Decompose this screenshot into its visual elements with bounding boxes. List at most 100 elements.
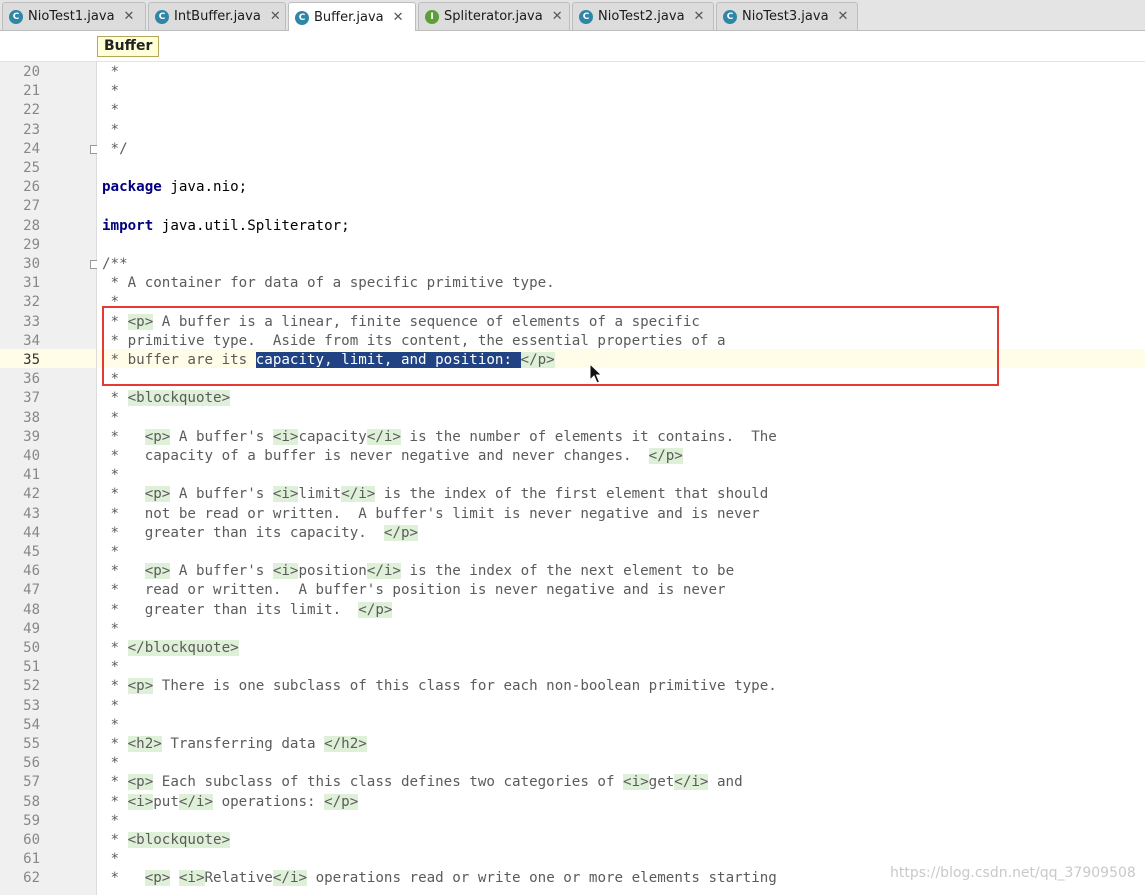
code-line[interactable]: * (102, 543, 120, 562)
line-number: 36 (23, 371, 40, 388)
code-line[interactable]: * (102, 754, 120, 773)
html-tag-token: </i> (272, 870, 308, 887)
html-tag-token: </p> (358, 601, 393, 618)
code-line[interactable]: * <p> A buffer's <i>limit</i> is the ind… (102, 485, 768, 504)
code-line[interactable]: * (102, 697, 120, 716)
code-token: operations read or write one or more ele… (307, 870, 777, 887)
code-token: is the index of the first element that s… (375, 486, 769, 503)
code-line[interactable]: * (102, 121, 120, 140)
code-line[interactable]: * (102, 620, 120, 639)
tab-niotest3[interactable]: C NioTest3.java ✕ (716, 2, 858, 30)
html-tag-token: </i> (178, 793, 214, 810)
code-line[interactable]: * (102, 850, 120, 869)
code-line[interactable]: * <blockquote> (102, 389, 231, 408)
code-line[interactable]: * <p> A buffer's <i>capacity</i> is the … (102, 428, 777, 447)
line-number: 39 (23, 428, 40, 445)
code-line[interactable]: * greater than its capacity. </p> (102, 524, 419, 543)
code-line[interactable]: * (102, 658, 120, 677)
line-number: 21 (23, 83, 40, 100)
code-line[interactable]: * <p> A buffer's <i>position</i> is the … (102, 562, 734, 581)
close-icon[interactable]: ✕ (393, 10, 404, 25)
line-number: 47 (23, 582, 40, 599)
tab-label: Buffer.java (314, 10, 384, 25)
close-icon[interactable]: ✕ (694, 9, 705, 24)
line-number-gutter: 20 21 22 23 24 25 26 27 28 29 30 31 32 33 34 35 36 37 38 39… (0, 62, 99, 895)
code-line[interactable]: * capacity of a buffer is never negative… (102, 447, 683, 466)
breadcrumb-bar: Buffer (0, 31, 1145, 62)
code-line[interactable]: * (102, 63, 120, 82)
code-token: * (102, 755, 120, 772)
code-line[interactable]: * (102, 812, 120, 831)
code-line[interactable]: * not be read or written. A buffer's lim… (102, 505, 760, 524)
code-token: limit (298, 486, 342, 503)
tab-label: NioTest2.java (598, 9, 685, 24)
code-line[interactable]: * (102, 716, 120, 735)
class-icon: C (155, 9, 169, 24)
line-number: 25 (23, 160, 40, 176)
code-token: * (102, 832, 128, 848)
code-line[interactable]: * A container for data of a specific pri… (102, 274, 555, 293)
line-number: 23 (23, 121, 40, 138)
line-number: 43 (23, 505, 40, 522)
code-token: put (153, 793, 179, 810)
line-number: 34 (23, 332, 40, 349)
code-line[interactable]: * (102, 466, 120, 485)
tab-buffer[interactable]: C Buffer.java ✕ (288, 2, 416, 32)
annotation-highlight-box (102, 306, 999, 386)
code-token: java.nio; (161, 179, 248, 196)
code-line[interactable]: * </blockquote> (102, 639, 239, 658)
code-token: * (102, 467, 120, 484)
tab-spliterator[interactable]: I Spliterator.java ✕ (418, 2, 570, 30)
editor-tab-bar: C NioTest1.java ✕ C IntBuffer.java ✕ C Buffer.j… (0, 0, 1145, 32)
code-token: is the index of the next element to be (400, 563, 735, 580)
code-token: * (102, 563, 145, 580)
html-tag-token: </h2> (324, 736, 367, 752)
code-token: A buffer's (170, 486, 273, 503)
line-number: 53 (23, 697, 40, 714)
tab-niotest1[interactable]: C NioTest1.java ✕ (2, 2, 146, 30)
code-token: A buffer's (170, 428, 273, 445)
close-icon[interactable]: ✕ (838, 9, 849, 24)
line-number: 46 (23, 563, 40, 580)
code-token: A buffer's (170, 563, 273, 580)
html-tag-token: </p> (383, 524, 419, 541)
code-line[interactable]: * <h2> Transferring data </h2> (102, 735, 367, 754)
code-line[interactable]: import java.util.Spliterator; (102, 217, 350, 236)
code-editor[interactable]: * * * * */ package java.nio; import java.u… (97, 62, 1145, 895)
code-token: * (102, 793, 128, 810)
code-line[interactable]: * <p> There is one subclass of this clas… (102, 677, 777, 696)
code-line[interactable]: * (102, 82, 120, 101)
close-icon[interactable]: ✕ (270, 9, 281, 24)
code-line[interactable]: * <i>put</i> operations: </p> (102, 793, 359, 812)
code-token: */ (102, 140, 128, 157)
tab-niotest2[interactable]: C NioTest2.java ✕ (572, 2, 714, 30)
line-number: 57 (23, 774, 40, 791)
class-icon: C (295, 10, 309, 25)
html-tag-token: <p> (127, 774, 154, 791)
tab-intbuffer[interactable]: C IntBuffer.java ✕ (148, 2, 286, 30)
code-line[interactable]: * <p> <i>Relative</i> operations read or… (102, 869, 777, 888)
code-token: java.util.Spliterator; (153, 217, 350, 234)
code-token: * greater than its limit. (102, 601, 359, 618)
code-token: /** (102, 256, 128, 272)
code-token: * (102, 851, 120, 868)
line-number: 56 (23, 755, 40, 772)
close-icon[interactable]: ✕ (552, 9, 563, 24)
keyword-token: import (102, 217, 154, 234)
code-line[interactable]: * greater than its limit. </p> (102, 601, 393, 620)
code-token: * not be read or written. A buffer's lim… (102, 505, 760, 522)
code-line[interactable]: */ (102, 140, 128, 159)
code-line[interactable]: * <p> Each subclass of this class define… (102, 773, 743, 792)
code-line[interactable]: * (102, 101, 120, 120)
close-icon[interactable]: ✕ (124, 9, 135, 24)
line-number: 28 (23, 217, 40, 234)
code-line[interactable]: /** (102, 255, 128, 274)
line-number: 50 (23, 640, 40, 656)
breadcrumb[interactable]: Buffer (97, 36, 160, 57)
code-line[interactable]: * (102, 409, 120, 428)
code-line[interactable]: * <blockquote> (102, 831, 231, 850)
code-line[interactable]: package java.nio; (102, 178, 247, 197)
line-number: 35 (23, 352, 40, 368)
html-tag-token: <i> (272, 428, 299, 445)
code-line[interactable]: * read or written. A buffer's position i… (102, 581, 726, 600)
